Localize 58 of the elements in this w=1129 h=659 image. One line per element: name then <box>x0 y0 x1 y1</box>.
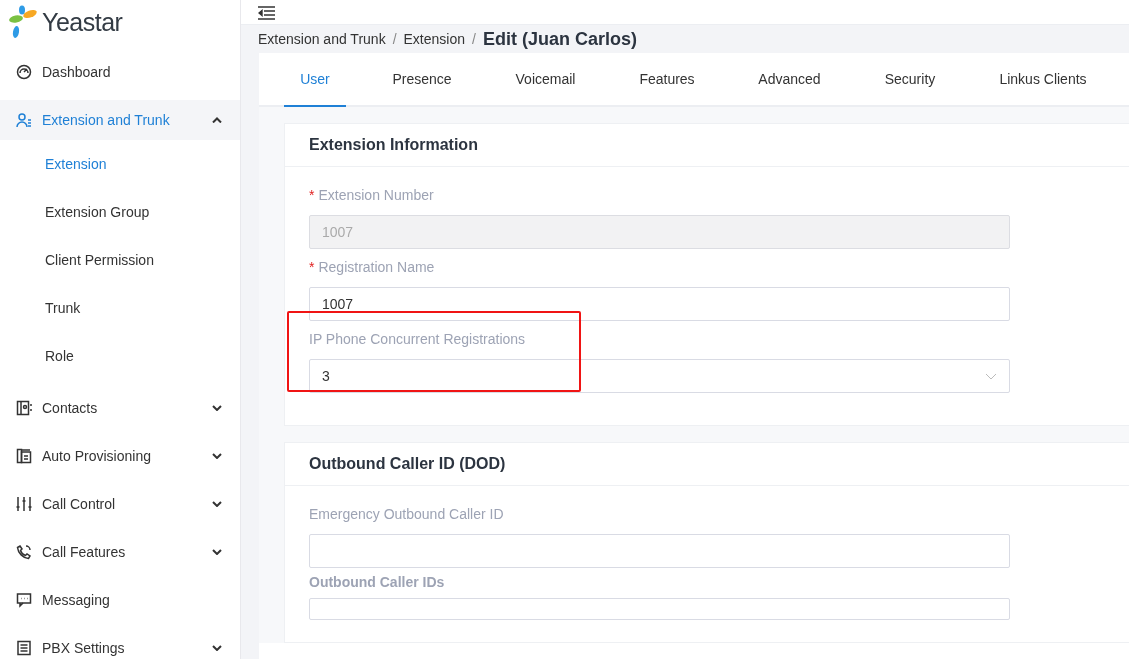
sidebar-item[interactable]: Dashboard <box>0 52 240 92</box>
sidebar-subitem[interactable]: Client Permission <box>0 236 240 284</box>
input-field[interactable]: 1007 <box>309 287 1010 321</box>
tab[interactable]: Linkus Clients <box>982 53 1104 105</box>
nav-label: PBX Settings <box>42 640 126 656</box>
nav-label: Auto Provisioning <box>42 448 152 464</box>
tab[interactable]: Voicemail <box>498 53 593 105</box>
chevron-down-icon <box>985 372 997 380</box>
field-label: IP Phone Concurrent Registrations <box>309 331 526 347</box>
sidebar-item[interactable]: Auto Provisioning <box>0 436 240 476</box>
chat-icon <box>16 592 32 608</box>
nav-label: Extension and Trunk <box>42 112 171 128</box>
sidebar-item[interactable]: Call Features <box>0 532 240 572</box>
tab[interactable]: Security <box>838 53 982 105</box>
sidebar-subitem[interactable]: Extension Group <box>0 188 240 236</box>
input-field[interactable] <box>309 598 1010 620</box>
required-mark: * <box>309 259 315 275</box>
field-label: Emergency Outbound Caller ID <box>309 506 504 522</box>
sidebar-item[interactable]: PBX Settings <box>0 628 240 659</box>
nav-label: Call Control <box>42 496 117 512</box>
field-label: Registration Name <box>318 259 435 275</box>
logo-text: Yeastar <box>42 7 123 37</box>
required-mark: * <box>309 187 315 203</box>
sidebar-subitem[interactable]: Extension <box>0 140 240 188</box>
field-group-heading: Outbound Caller IDs <box>309 574 446 590</box>
sidebar-item[interactable]: Call Control <box>0 484 240 524</box>
person-list-icon <box>16 112 32 128</box>
phone-icon <box>16 544 32 560</box>
list-icon <box>16 640 32 656</box>
breadcrumb-link[interactable]: Extension <box>403 31 465 47</box>
sidebar-item[interactable]: Messaging <box>0 580 240 620</box>
desk-phone-icon <box>16 448 32 464</box>
sidebar-item[interactable]: Extension and Trunk <box>0 100 240 140</box>
sliders-icon <box>16 496 32 512</box>
tab[interactable]: Features <box>593 53 741 105</box>
nav-label: Messaging <box>42 592 111 608</box>
nav-label: Call Features <box>42 544 127 560</box>
sidebar-item[interactable]: Contacts <box>0 388 240 428</box>
nav-label: Contacts <box>42 400 99 416</box>
menu-collapse-icon[interactable] <box>258 6 275 20</box>
input-field[interactable] <box>309 534 1010 568</box>
page-title: Edit (Juan Carlos) <box>482 28 637 50</box>
breadcrumb-separator: / <box>392 31 397 47</box>
field-label: Extension Number <box>318 187 434 203</box>
gauge-icon <box>16 64 32 80</box>
select-field[interactable]: 3 <box>309 359 1010 393</box>
breadcrumb-separator: / <box>472 31 476 47</box>
nav-label: Dashboard <box>42 64 112 80</box>
sidebar-subitem[interactable]: Trunk <box>0 284 240 332</box>
tab[interactable]: Advanced <box>741 53 838 105</box>
breadcrumb-link[interactable]: Extension and Trunk <box>258 31 386 47</box>
tab[interactable]: Presence <box>346 53 498 105</box>
logo-icon <box>8 5 38 39</box>
select-value: 3 <box>322 367 330 386</box>
section-title: Extension Information <box>309 136 478 154</box>
address-book-icon <box>16 400 32 416</box>
section-title: Outbound Caller ID (DOD) <box>309 455 506 473</box>
sidebar-subitem[interactable]: Role <box>0 332 240 380</box>
